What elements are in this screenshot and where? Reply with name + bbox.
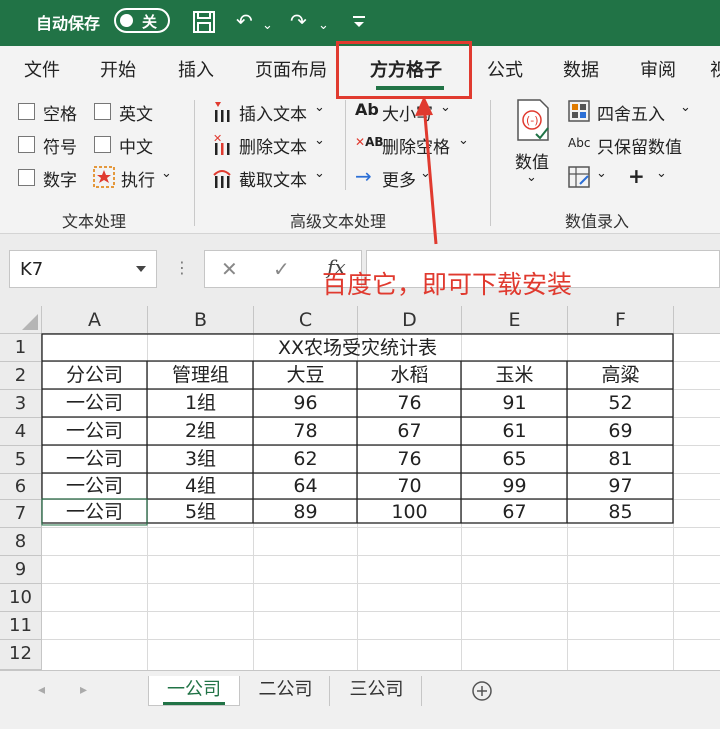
annotation-text: 百度它，即可下载安装 [322,270,573,299]
excel-window: 自动保存 关 ↶ ⌄ ↷ ⌄ 文件 开始 插入 页面布局 方方格子 公式 数据 … [0,0,720,729]
annotation-arrow-icon [415,96,438,245]
